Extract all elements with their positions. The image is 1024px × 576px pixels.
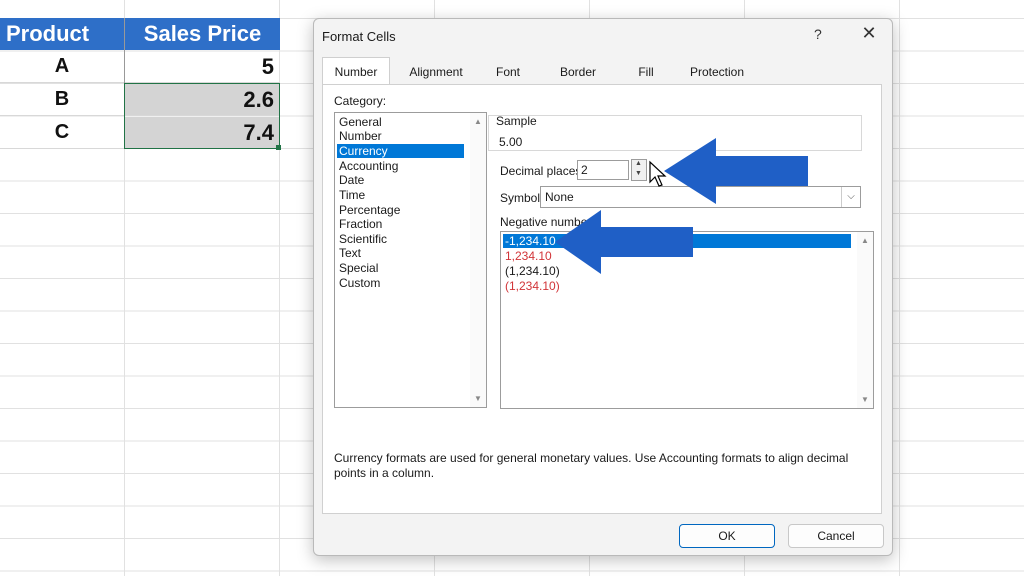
- header-cell-product[interactable]: Product: [0, 18, 124, 50]
- cell-price-c[interactable]: 7.4: [125, 117, 280, 149]
- tab-protection[interactable]: Protection: [682, 59, 752, 83]
- negative-scrollbar[interactable]: ▲ ▼: [857, 232, 873, 408]
- cell-product-a[interactable]: A: [0, 51, 124, 83]
- close-icon[interactable]: ✕: [859, 23, 879, 43]
- decimal-places-input[interactable]: 2: [577, 160, 629, 180]
- scroll-down-icon[interactable]: ▼: [861, 395, 869, 404]
- category-description: Currency formats are used for general mo…: [334, 451, 849, 480]
- spin-up-icon[interactable]: ▲: [635, 160, 642, 167]
- symbol-label: Symbol:: [500, 191, 544, 205]
- help-button[interactable]: ?: [814, 26, 822, 42]
- category-list[interactable]: General Number Currency Accounting Date …: [334, 112, 487, 408]
- category-item-special[interactable]: Special: [337, 261, 464, 275]
- category-item-text[interactable]: Text: [337, 246, 464, 260]
- dialog-title: Format Cells: [322, 29, 396, 44]
- format-cells-dialog: Format Cells ? ✕ Number Alignment Font B…: [313, 18, 893, 556]
- category-item-date[interactable]: Date: [337, 173, 464, 187]
- category-scrollbar[interactable]: ▲ ▼: [470, 113, 486, 407]
- category-item-currency[interactable]: Currency: [337, 144, 464, 158]
- category-item-custom[interactable]: Custom: [337, 276, 464, 290]
- negative-option-4[interactable]: (1,234.10): [503, 279, 851, 293]
- decimal-places-label: Decimal places:: [500, 164, 585, 178]
- category-label: Category:: [334, 94, 387, 108]
- column-divider: [124, 18, 125, 148]
- arrow-icon-decimal: [664, 138, 808, 204]
- mouse-cursor-icon: [649, 160, 667, 187]
- scroll-down-icon[interactable]: ▼: [474, 394, 482, 403]
- symbol-value: None: [545, 190, 574, 204]
- fill-handle[interactable]: [276, 145, 281, 150]
- decimal-places-spinner[interactable]: ▲ ▼: [631, 159, 647, 181]
- category-item-accounting[interactable]: Accounting: [337, 159, 464, 173]
- tab-fill[interactable]: Fill: [622, 59, 670, 83]
- cell-price-b[interactable]: 2.6: [125, 84, 280, 116]
- chevron-down-icon[interactable]: ⌵: [841, 187, 860, 207]
- cancel-button[interactable]: Cancel: [788, 524, 884, 548]
- cell-price-a[interactable]: 5: [125, 51, 280, 83]
- sample-value: 5.00: [499, 135, 523, 149]
- category-item-general[interactable]: General: [337, 115, 464, 129]
- cell-product-b[interactable]: B: [0, 84, 124, 116]
- category-item-percentage[interactable]: Percentage: [337, 203, 464, 217]
- category-item-fraction[interactable]: Fraction: [337, 217, 464, 231]
- category-item-scientific[interactable]: Scientific: [337, 232, 464, 246]
- tab-font[interactable]: Font: [484, 59, 532, 83]
- scroll-up-icon[interactable]: ▲: [474, 117, 482, 126]
- scroll-up-icon[interactable]: ▲: [861, 236, 869, 245]
- category-item-number[interactable]: Number: [337, 129, 464, 143]
- sample-label: Sample: [496, 114, 537, 128]
- tab-alignment[interactable]: Alignment: [400, 59, 472, 83]
- tab-border[interactable]: Border: [550, 59, 606, 83]
- category-item-time[interactable]: Time: [337, 188, 464, 202]
- tab-number[interactable]: Number: [322, 57, 390, 86]
- cell-product-c[interactable]: C: [0, 117, 124, 149]
- arrow-icon-negative: [555, 210, 693, 274]
- spin-down-icon[interactable]: ▼: [635, 170, 642, 177]
- header-cell-sales-price[interactable]: Sales Price: [125, 18, 280, 50]
- ok-button[interactable]: OK: [679, 524, 775, 548]
